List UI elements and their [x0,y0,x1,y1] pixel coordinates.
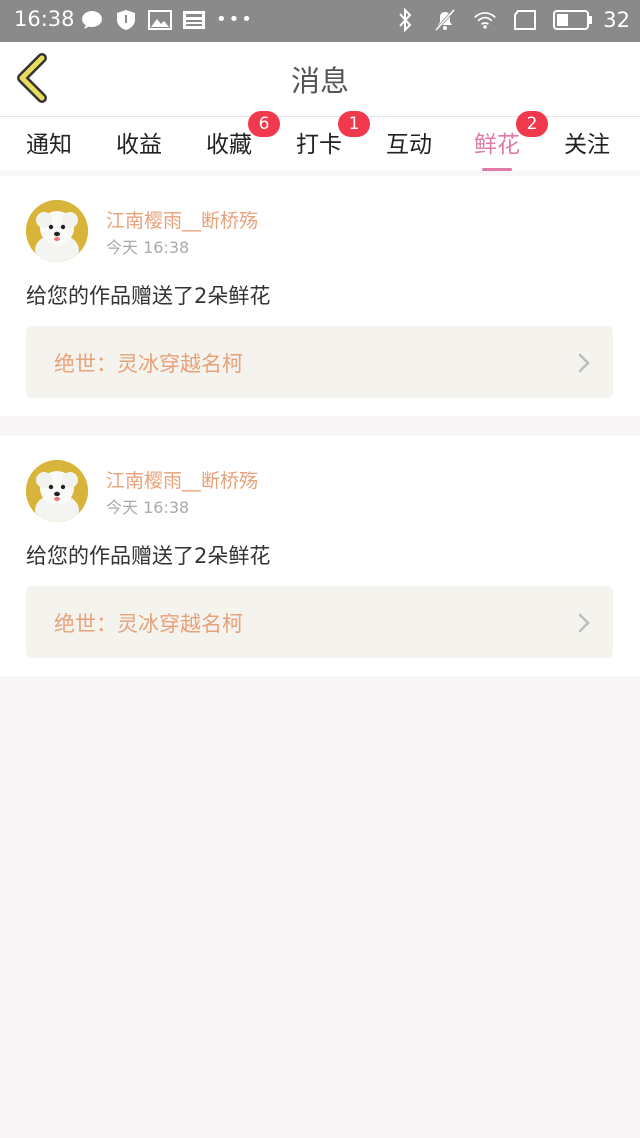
tab-label: 互动 [386,132,432,158]
favorites-badge: 6 [248,111,280,137]
work-link[interactable]: 绝世：灵冰穿越名柯 [26,326,613,398]
chat-bubble-icon [80,8,104,32]
shield-icon [114,8,138,32]
header: 消息 [0,42,640,117]
checkin-badge: 1 [338,111,370,137]
avatar[interactable] [26,200,88,262]
chevron-right-icon [578,353,590,373]
news-icon [182,8,206,32]
chevron-right-icon [578,613,590,633]
tab-favorites[interactable]: 收藏 6 [206,111,280,165]
tab-label: 打卡 [296,132,342,158]
battery-icon [553,8,593,32]
avatar[interactable] [26,460,88,522]
more-dots-icon: ••• [216,9,254,30]
system-icons: 32 [393,8,630,32]
mute-icon [433,8,457,32]
tablet-icon [513,8,537,32]
image-icon [148,8,172,32]
work-title: 绝世：灵冰穿越名柯 [54,612,243,636]
tab-label: 收益 [116,132,162,158]
tab-flowers[interactable]: 鲜花 2 [474,111,548,171]
tab-following[interactable]: 关注 [564,125,610,165]
tab-label: 关注 [564,132,610,158]
tab-notifications[interactable]: 通知 [26,125,72,165]
tab-label: 收藏 [206,132,252,158]
tab-checkin[interactable]: 打卡 1 [296,111,370,165]
status-bar: 16:38 ••• 32 [0,0,640,42]
screen: 16:38 ••• 32 消息 通知 收益 收藏 6 打卡 1 互动 鲜花 2 … [0,0,640,1138]
status-time: 16:38 [14,7,75,31]
notification-icons: ••• [80,8,254,32]
timestamp: 今天 16:38 [106,498,190,517]
message-text: 给您的作品赠送了2朵鲜花 [26,284,271,308]
work-link[interactable]: 绝世：灵冰穿越名柯 [26,586,613,658]
message-text: 给您的作品赠送了2朵鲜花 [26,544,271,568]
flowers-badge: 2 [516,111,548,137]
tab-bar: 通知 收益 收藏 6 打卡 1 互动 鲜花 2 关注 [0,111,640,171]
tab-interactions[interactable]: 互动 [386,125,432,165]
battery-level: 32 [603,8,630,32]
message-card: 江南樱雨__断桥殇 今天 16:38 给您的作品赠送了2朵鲜花 绝世：灵冰穿越名… [0,436,640,676]
work-title: 绝世：灵冰穿越名柯 [54,352,243,376]
page-title: 消息 [290,64,349,98]
tab-earnings[interactable]: 收益 [116,125,162,165]
active-tab-indicator [482,168,512,171]
wifi-icon [473,8,497,32]
tab-label: 通知 [26,132,72,158]
tab-label: 鲜花 [474,132,520,158]
bluetooth-icon [393,8,417,32]
message-card: 江南樱雨__断桥殇 今天 16:38 给您的作品赠送了2朵鲜花 绝世：灵冰穿越名… [0,176,640,416]
timestamp: 今天 16:38 [106,238,190,257]
username[interactable]: 江南樱雨__断桥殇 [106,206,258,233]
username[interactable]: 江南樱雨__断桥殇 [106,466,258,493]
